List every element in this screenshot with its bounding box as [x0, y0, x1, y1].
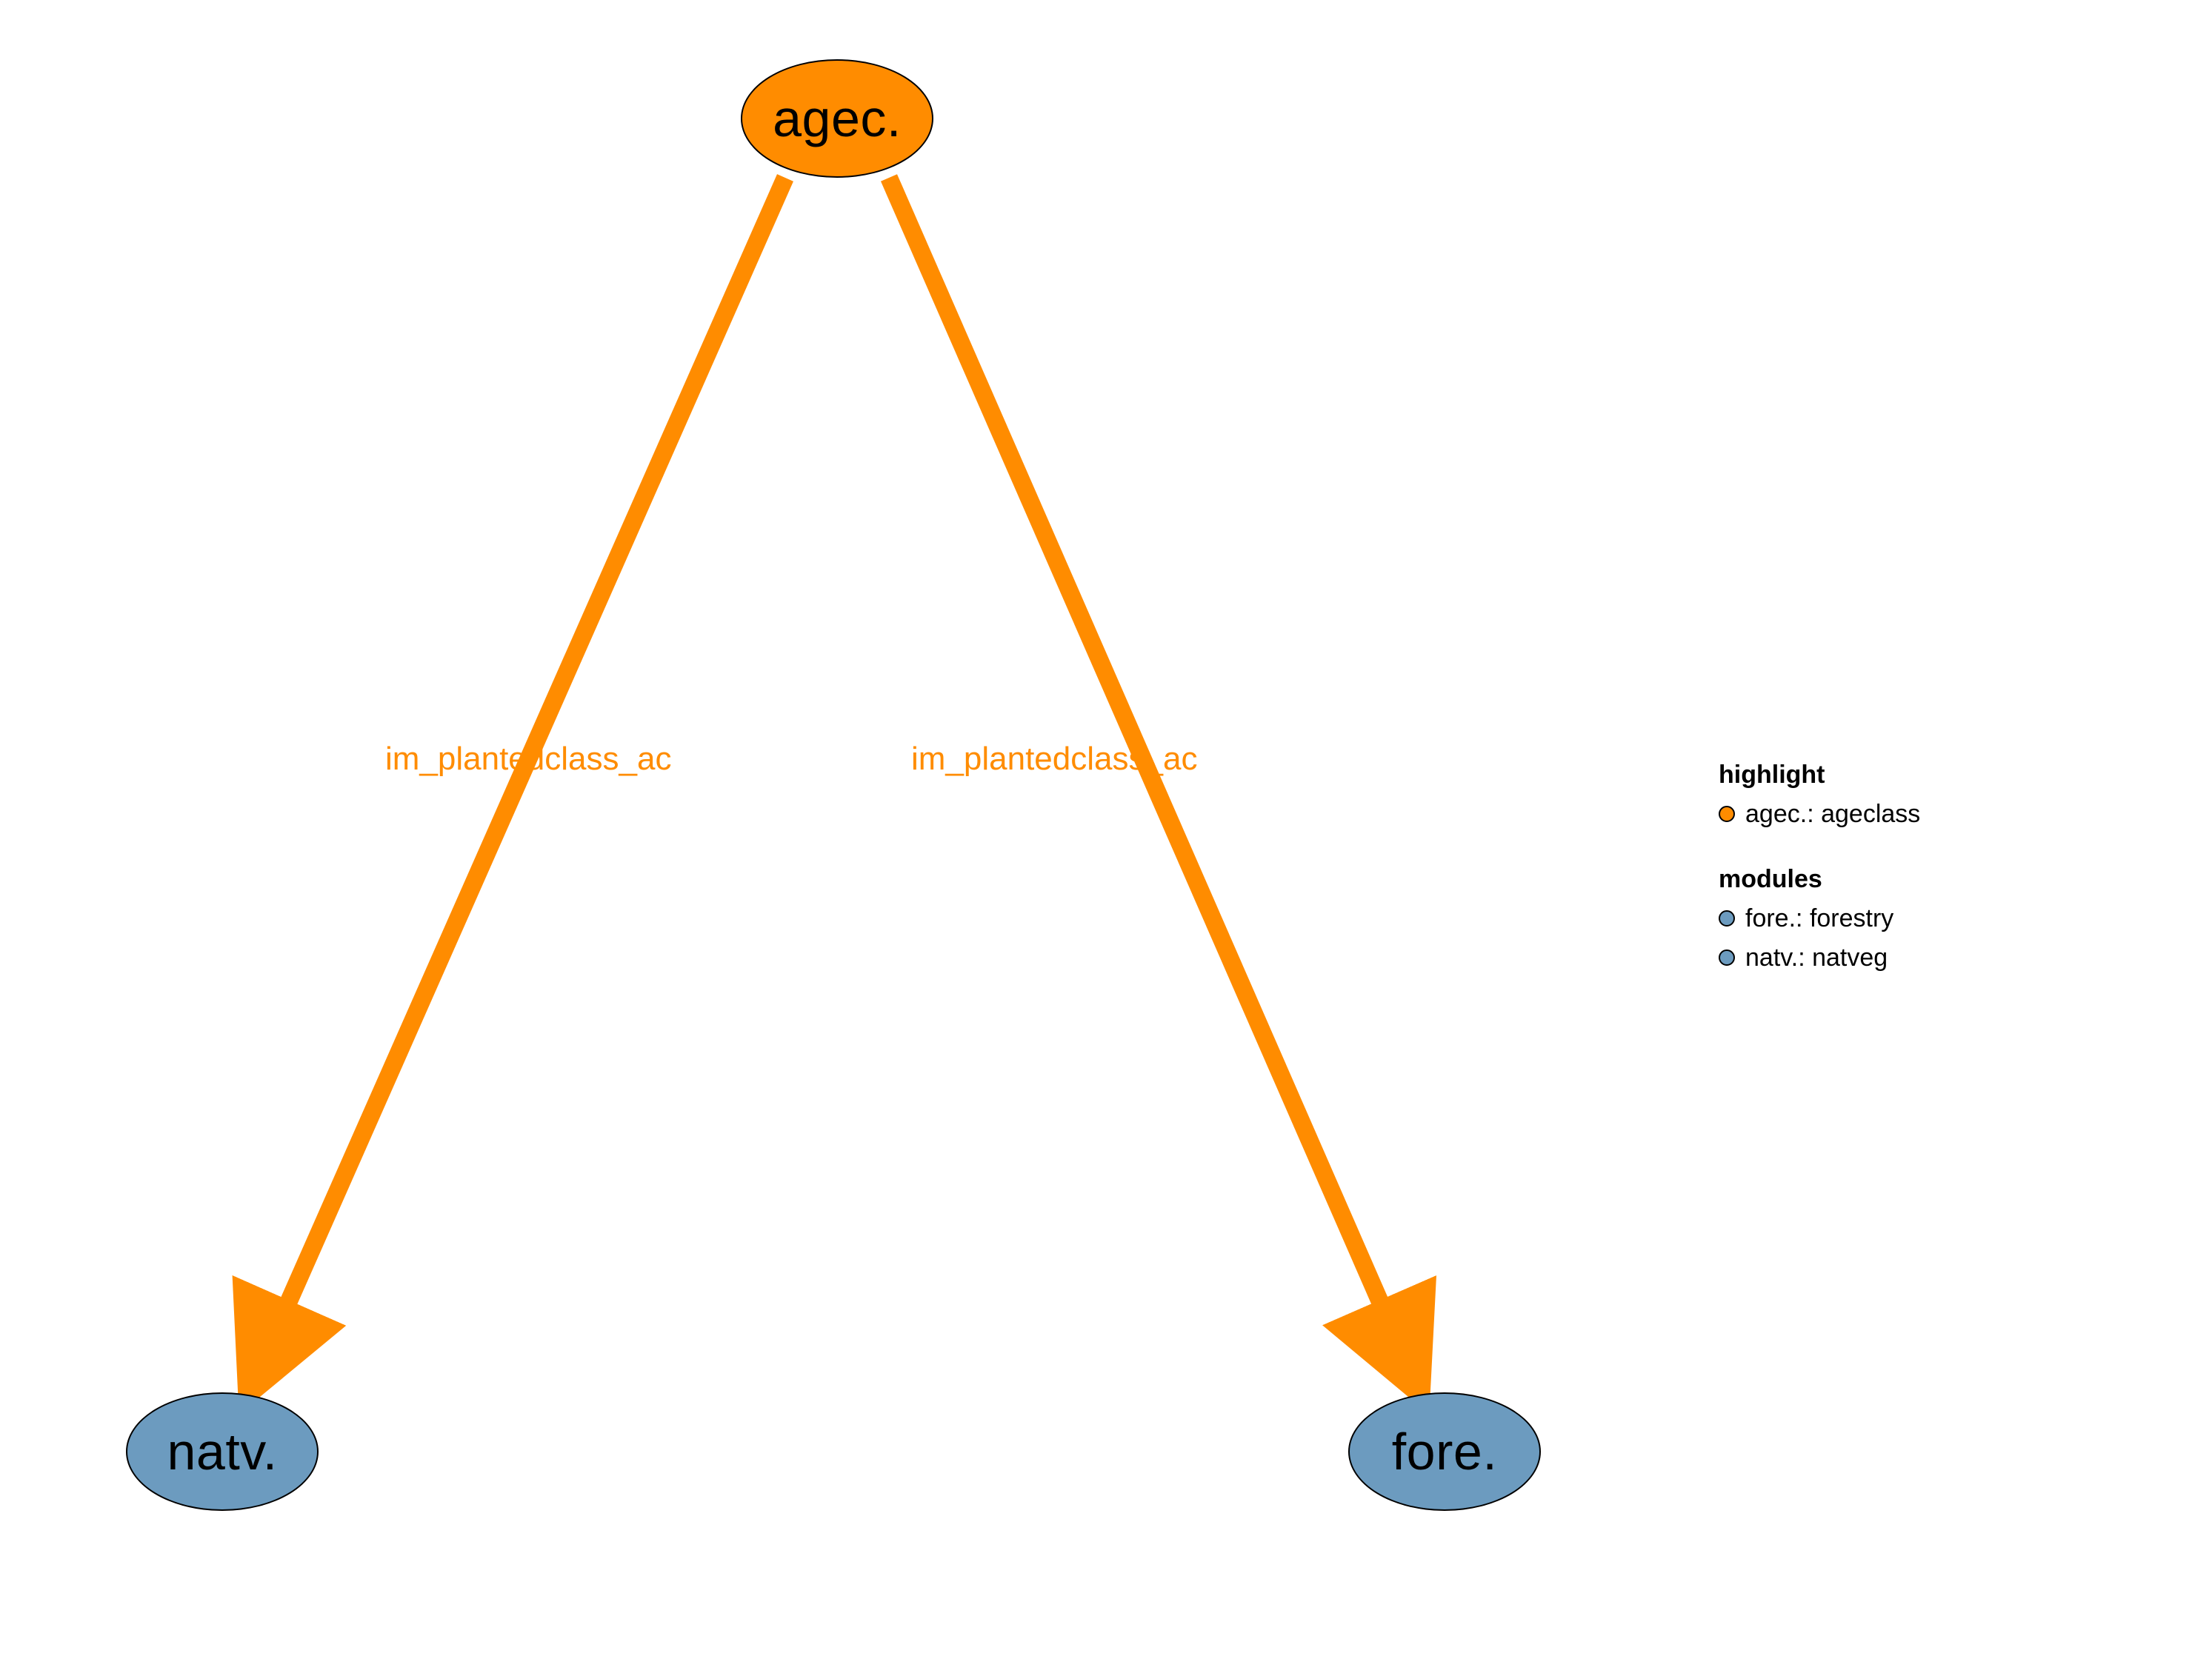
- node-agec-label: agec.: [773, 93, 902, 144]
- legend-entry-label: fore.: forestry: [1745, 899, 1893, 938]
- node-natv: natv.: [126, 1392, 319, 1511]
- node-agec: agec.: [741, 59, 933, 178]
- legend-entry-label: natv.: natveg: [1745, 938, 1888, 978]
- legend-spacer: [1719, 833, 1920, 860]
- legend-modules-title: modules: [1719, 860, 1920, 899]
- legend-highlight-title: highlight: [1719, 755, 1920, 795]
- legend-entry-label: agec.: ageclass: [1745, 795, 1920, 834]
- legend: highlight agec.: ageclass modules fore.:…: [1719, 755, 1920, 977]
- circle-icon: [1719, 806, 1735, 822]
- edge-agec-to-fore: [889, 178, 1416, 1385]
- edge-label-right: im_plantedclass_ac: [911, 741, 1197, 778]
- node-fore-label: fore.: [1392, 1426, 1498, 1478]
- node-natv-label: natv.: [167, 1426, 277, 1478]
- legend-entry-fore: fore.: forestry: [1719, 899, 1920, 938]
- edge-agec-to-natv: [252, 178, 785, 1385]
- legend-entry-natv: natv.: natveg: [1719, 938, 1920, 978]
- circle-icon: [1719, 949, 1735, 966]
- circle-icon: [1719, 910, 1735, 927]
- edge-label-left: im_plantedclass_ac: [385, 741, 671, 778]
- legend-entry-agec: agec.: ageclass: [1719, 795, 1920, 834]
- node-fore: fore.: [1348, 1392, 1541, 1511]
- diagram-canvas: agec. natv. fore. im_plantedclass_ac im_…: [0, 0, 2212, 1659]
